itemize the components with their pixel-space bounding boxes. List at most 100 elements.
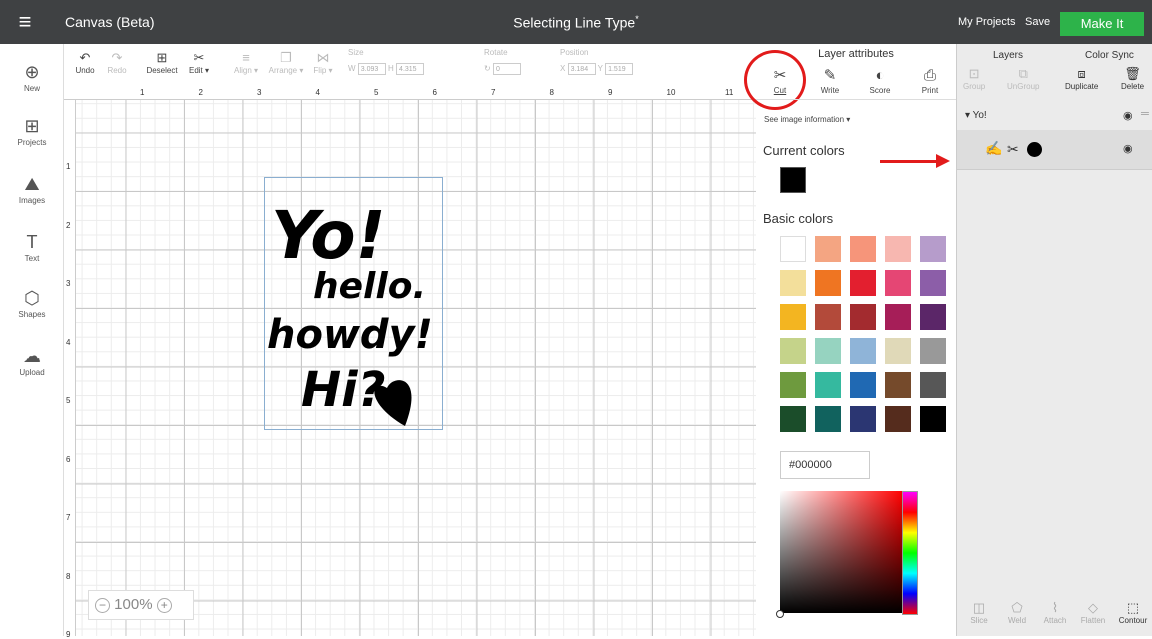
ungroup-button[interactable]: ⧉ UnGroup — [1007, 66, 1039, 91]
color-swatch[interactable] — [850, 372, 876, 398]
color-swatch[interactable] — [780, 406, 806, 432]
scissors-icon: ✂ — [193, 50, 205, 65]
sidebar-shapes[interactable]: ⬡ Shapes — [0, 286, 64, 319]
color-swatch[interactable] — [815, 236, 841, 262]
hue-slider[interactable] — [902, 491, 918, 615]
width-input[interactable]: 3.093 — [357, 63, 386, 75]
color-swatch[interactable] — [780, 338, 806, 364]
red-arrow-head — [936, 154, 950, 168]
shapes-icon: ⬡ — [24, 288, 40, 308]
x-input[interactable]: 3.184 — [567, 63, 596, 75]
color-swatch[interactable] — [815, 406, 841, 432]
duplicate-button[interactable]: ⧈ Duplicate — [1065, 66, 1098, 91]
unsaved-marker: * — [635, 14, 639, 24]
hex-color-input[interactable]: #000000 — [780, 451, 870, 479]
color-picker-gradient[interactable] — [780, 491, 903, 613]
color-swatch[interactable] — [780, 236, 806, 262]
color-swatch[interactable] — [885, 304, 911, 330]
color-swatch[interactable] — [885, 270, 911, 296]
redo-label: Redo — [107, 66, 127, 75]
current-color-swatch[interactable] — [780, 167, 806, 193]
color-swatch[interactable] — [885, 236, 911, 262]
height-input[interactable]: 4.315 — [396, 63, 425, 75]
artwork-line: howdy! — [267, 312, 433, 358]
edit-button[interactable]: ✂ Edit ▾ — [184, 50, 214, 75]
y-input[interactable]: 1.519 — [605, 63, 634, 75]
image-info-link[interactable]: See image information ▾ — [764, 115, 850, 124]
undo-button[interactable]: ↶ Undo — [72, 50, 98, 75]
color-swatch[interactable] — [780, 304, 806, 330]
contour-button[interactable]: ⬚ Contour — [1115, 600, 1151, 625]
align-button[interactable]: ≡ Align ▾ — [228, 50, 264, 75]
zoom-in-button[interactable]: + — [156, 597, 172, 613]
color-swatch[interactable] — [850, 406, 876, 432]
color-swatch[interactable] — [885, 338, 911, 364]
redo-button[interactable]: ↷ Redo — [104, 50, 130, 75]
make-it-button[interactable]: Make It — [1060, 12, 1144, 36]
color-swatch[interactable] — [850, 304, 876, 330]
slice-button[interactable]: ◫ Slice — [961, 600, 997, 625]
color-sync-tab[interactable]: Color Sync — [1085, 50, 1134, 61]
my-projects-link[interactable]: My Projects — [958, 16, 1015, 28]
weld-button[interactable]: ⬠ Weld — [999, 600, 1035, 625]
position-group: Position X 3.184 Y 1.519 — [560, 48, 634, 75]
color-swatch[interactable] — [815, 270, 841, 296]
delete-button[interactable]: 🗑 Delete — [1121, 66, 1144, 91]
sidebar-text[interactable]: T Text — [0, 230, 64, 263]
color-swatch[interactable] — [850, 338, 876, 364]
drag-handle-icon[interactable]: ═ — [1141, 108, 1149, 120]
y-label: Y — [597, 64, 603, 74]
save-link[interactable]: Save — [1025, 16, 1050, 28]
color-swatch[interactable] — [815, 304, 841, 330]
horizontal-ruler: 1 2 3 4 5 6 7 8 9 10 11 — [64, 88, 756, 100]
color-swatch[interactable] — [920, 304, 946, 330]
color-swatch[interactable] — [815, 372, 841, 398]
layer-item[interactable]: ✍ ✂ ◉ — [957, 130, 1152, 170]
attach-button[interactable]: ⌇ Attach — [1037, 600, 1073, 625]
picker-handle[interactable] — [776, 610, 784, 618]
arrange-button[interactable]: ❐ Arrange ▾ — [264, 50, 308, 75]
tab-score[interactable]: ◐ Score — [860, 66, 900, 95]
color-swatch[interactable] — [780, 270, 806, 296]
color-swatch[interactable] — [885, 406, 911, 432]
selected-design[interactable]: Yo! hello. howdy! Hi? — [264, 177, 443, 430]
tab-print[interactable]: ⎙ Print — [910, 66, 950, 95]
color-swatch[interactable] — [885, 372, 911, 398]
edit-label: Edit ▾ — [188, 66, 210, 75]
color-swatch[interactable] — [815, 338, 841, 364]
rotate-icon: ↻ — [484, 64, 491, 74]
zoom-out-button[interactable]: − — [95, 597, 110, 613]
flip-button[interactable]: ⋈ Flip ▾ — [310, 50, 336, 75]
color-swatch[interactable] — [920, 338, 946, 364]
layers-tab[interactable]: Layers — [993, 50, 1023, 61]
color-swatch[interactable] — [920, 270, 946, 296]
eye-icon[interactable]: ◉ — [1123, 142, 1133, 155]
rotate-group: Rotate ↻ 0 — [484, 48, 521, 75]
document-title: Selecting Line Type — [513, 14, 636, 31]
size-group: Size W 3.093 H 4.315 — [348, 48, 425, 75]
group-button[interactable]: ⊡ Group — [963, 66, 985, 91]
eye-icon[interactable]: ◉ — [1123, 109, 1133, 122]
color-swatch[interactable] — [920, 406, 946, 432]
color-swatch[interactable] — [780, 372, 806, 398]
rotate-input[interactable]: 0 — [492, 63, 521, 75]
color-swatch[interactable] — [850, 270, 876, 296]
zoom-value: 100% — [114, 596, 153, 614]
scissors-icon: ✂ — [1007, 141, 1019, 157]
sidebar-new[interactable]: ⊕ New — [0, 60, 64, 93]
color-swatch[interactable] — [920, 372, 946, 398]
contour-label: Contour — [1118, 616, 1148, 625]
sidebar-upload[interactable]: ☁ Upload — [0, 344, 64, 377]
layer-group-row[interactable]: ▾ Yo! ◉ ═ — [957, 104, 1152, 126]
flatten-button[interactable]: ◇ Flatten — [1075, 600, 1111, 625]
color-swatch[interactable] — [850, 236, 876, 262]
sidebar-projects[interactable]: ⊞ Projects — [0, 114, 64, 147]
tab-write[interactable]: ✎ Write — [810, 66, 850, 95]
hamburger-icon[interactable]: ≡ — [10, 11, 40, 33]
ruler-label: 8 — [66, 571, 71, 581]
layer-color-dot[interactable] — [1027, 142, 1042, 157]
deselect-button[interactable]: ⊞ Deselect — [144, 50, 180, 75]
color-swatch[interactable] — [920, 236, 946, 262]
sidebar-images[interactable]: ⛰ Images — [0, 172, 64, 205]
deselect-icon: ⊞ — [156, 50, 168, 65]
